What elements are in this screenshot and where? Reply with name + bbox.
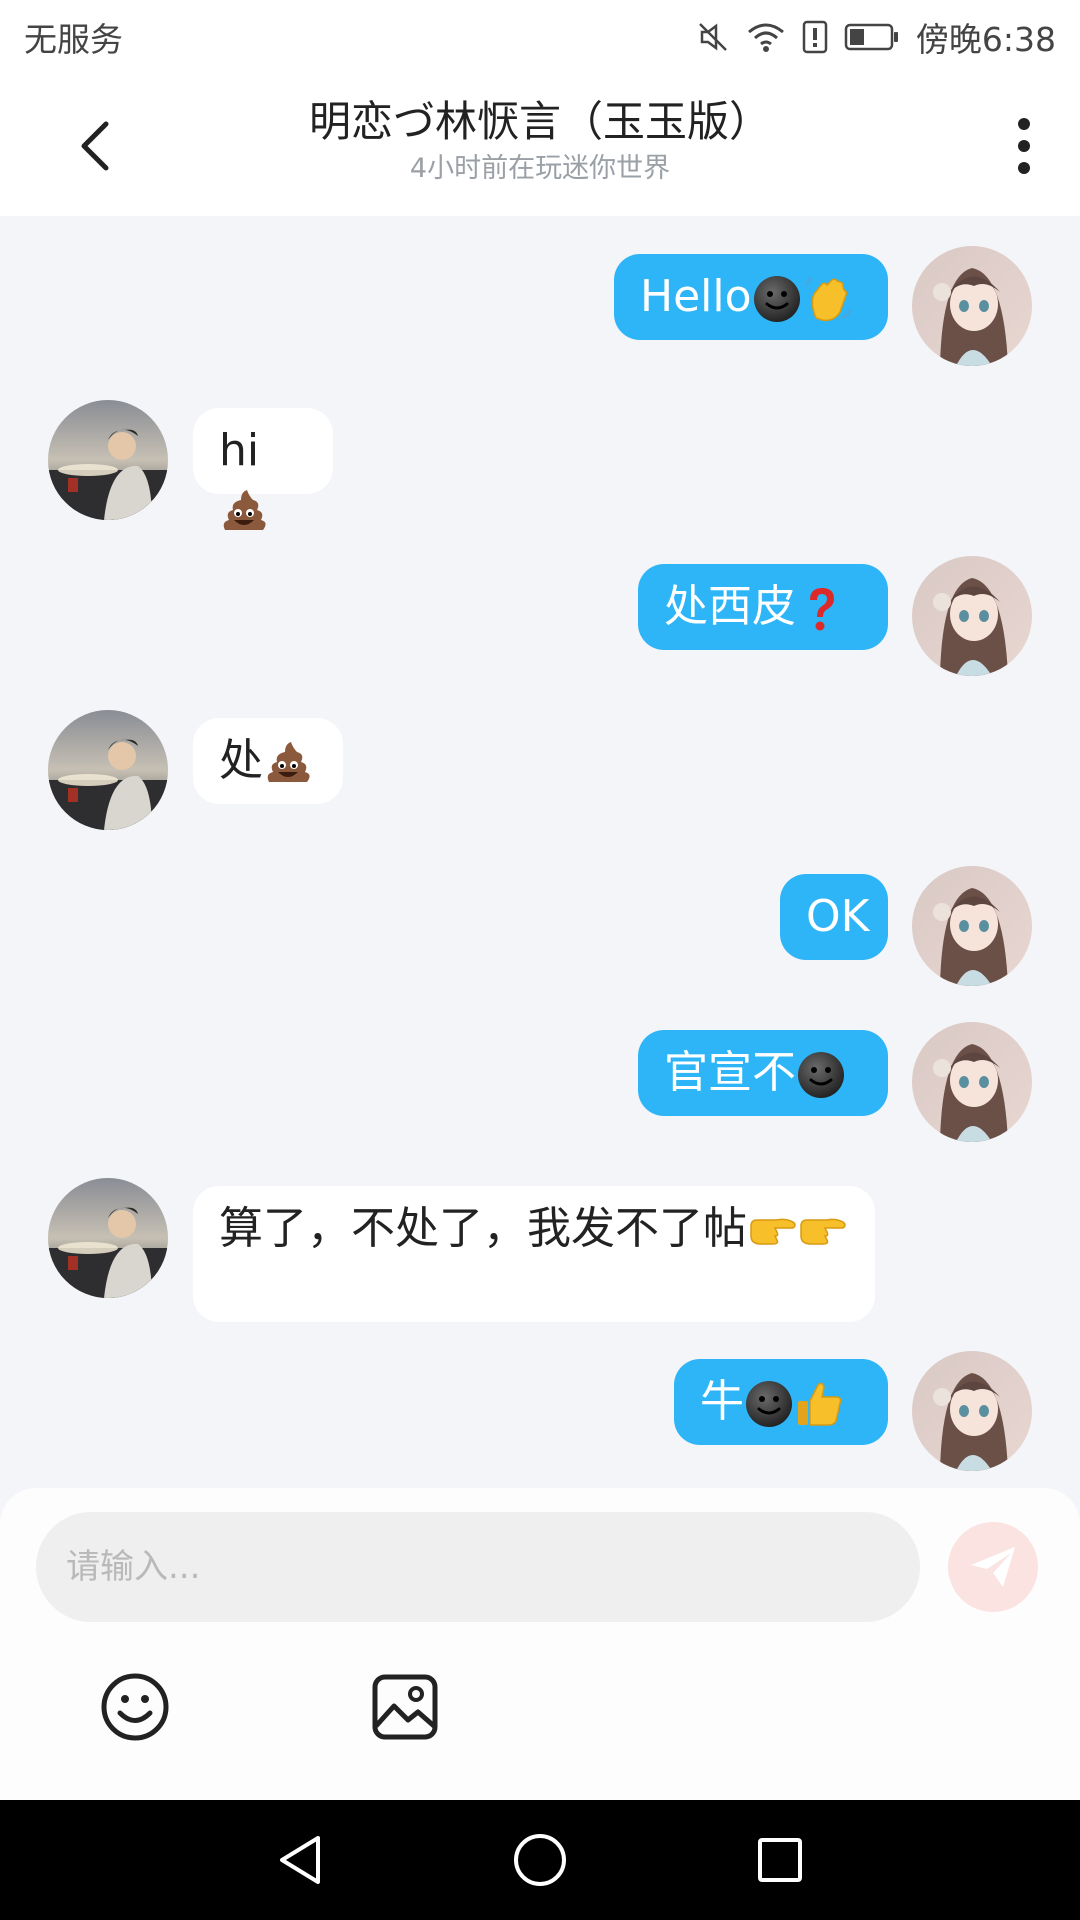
sent-message-bubble[interactable]: 处西皮 <box>638 564 888 650</box>
nav-home-icon <box>514 1834 566 1886</box>
message-text: OK <box>806 891 870 942</box>
message-text: 算了，不处了，我发不了帖 <box>219 1203 747 1254</box>
contact-avatar[interactable] <box>48 710 168 830</box>
chat-header: 明恋づ林恹言（玉玉版） 4小时前在玩迷你世界 <box>0 74 1080 216</box>
contact-name: 明恋づ林恹言（玉玉版） <box>308 97 771 146</box>
sent-message-bubble[interactable]: 牛 <box>674 1359 888 1445</box>
my-avatar[interactable] <box>912 246 1032 366</box>
message-text: Hello <box>640 271 752 322</box>
nav-home-button[interactable] <box>510 1830 570 1890</box>
battery-icon <box>844 22 900 52</box>
point-right-emoji-icon <box>797 1203 847 1254</box>
image-button[interactable] <box>370 1672 440 1742</box>
nav-recent-icon <box>758 1838 802 1882</box>
poop-emoji-icon <box>263 735 313 786</box>
red-question-emoji-icon <box>796 581 846 632</box>
dark-smile-emoji-icon <box>796 1047 846 1098</box>
mute-icon <box>696 20 730 54</box>
my-avatar[interactable] <box>912 556 1032 676</box>
message-list[interactable]: Hello hi 处西皮处 OK 官宣不算了，不处了，我发不了帖牛 <box>0 216 1080 1488</box>
dark-smile-emoji-icon <box>744 1376 794 1427</box>
contact-avatar[interactable] <box>48 400 168 520</box>
send-icon <box>971 1547 1015 1587</box>
system-nav-bar <box>0 1800 1080 1920</box>
received-message-bubble[interactable]: hi <box>193 408 333 530</box>
composer <box>0 1488 1080 1800</box>
my-avatar[interactable] <box>912 1022 1032 1142</box>
smiley-icon <box>101 1673 169 1741</box>
message-input[interactable] <box>36 1512 920 1622</box>
poop-emoji-icon <box>219 483 269 534</box>
status-time: 傍晚6:38 <box>915 20 1056 59</box>
message-text: 官宣不 <box>664 1047 796 1098</box>
nav-back-button[interactable] <box>270 1830 330 1890</box>
alert-icon <box>802 20 828 54</box>
emoji-button[interactable] <box>100 1672 170 1742</box>
my-avatar[interactable] <box>912 866 1032 986</box>
my-avatar[interactable] <box>912 1351 1032 1471</box>
chevron-left-icon <box>81 121 109 171</box>
wifi-icon <box>746 20 786 54</box>
send-button[interactable] <box>948 1522 1038 1612</box>
message-text: 处西皮 <box>664 581 796 632</box>
wave-emoji-icon <box>802 271 852 322</box>
message-text: 处 <box>219 735 263 786</box>
point-right-emoji-icon <box>747 1203 797 1254</box>
contact-status: 4小时前在玩迷你世界 <box>409 153 671 184</box>
dark-smile-emoji-icon <box>752 271 802 322</box>
message-text: hi <box>219 425 260 476</box>
title-area: 明恋づ林恹言（玉玉版） 4小时前在玩迷你世界 <box>200 94 880 188</box>
back-button[interactable] <box>70 118 122 174</box>
contact-avatar[interactable] <box>48 1178 168 1298</box>
message-text: 牛 <box>700 1376 744 1427</box>
nav-recent-button[interactable] <box>750 1830 810 1890</box>
thumbs-up-emoji-icon <box>794 1376 844 1427</box>
sent-message-bubble[interactable]: OK <box>780 874 888 960</box>
sent-message-bubble[interactable]: Hello <box>614 254 888 340</box>
more-vertical-icon <box>1018 118 1030 174</box>
nav-back-icon <box>280 1836 320 1884</box>
image-icon <box>372 1674 438 1740</box>
status-bar: 无服务 傍晚6:38 <box>0 0 1080 74</box>
received-message-bubble[interactable]: 处 <box>193 718 343 804</box>
received-message-bubble[interactable]: 算了，不处了，我发不了帖 <box>193 1186 875 1322</box>
more-options-button[interactable] <box>1004 114 1044 178</box>
status-icons: 傍晚6:38 <box>696 13 1056 61</box>
sent-message-bubble[interactable]: 官宣不 <box>638 1030 888 1116</box>
carrier-label: 无服务 <box>24 20 123 59</box>
